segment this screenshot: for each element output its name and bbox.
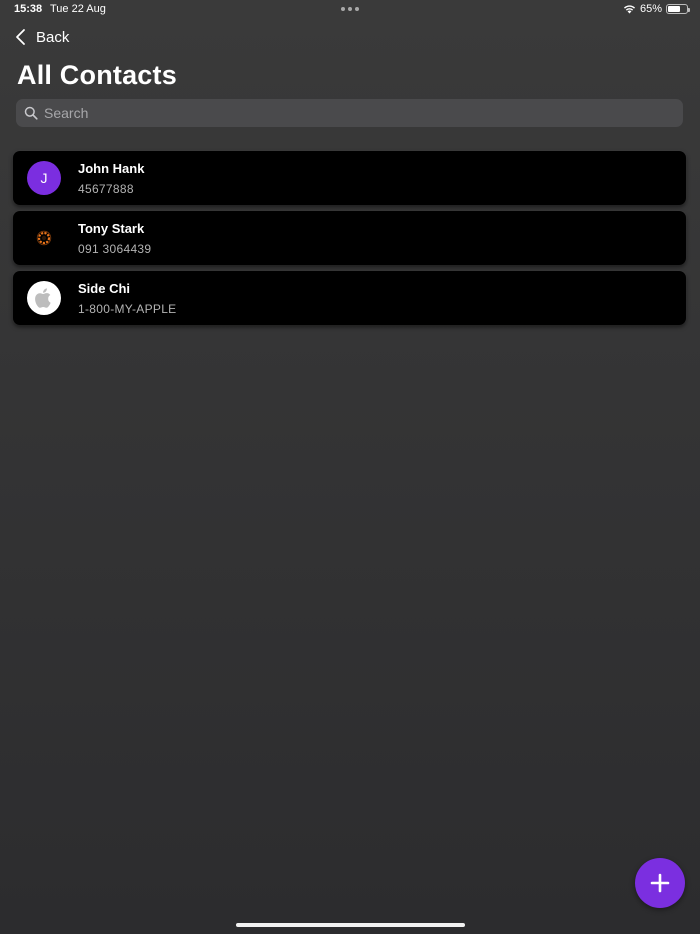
multitasking-dots-icon[interactable] xyxy=(341,7,359,11)
arc-reactor-icon xyxy=(36,230,52,246)
avatar-letter: J xyxy=(40,170,48,186)
search-input[interactable] xyxy=(44,105,683,121)
contact-name: John Hank xyxy=(78,161,145,176)
apple-logo-icon xyxy=(35,288,51,308)
avatar xyxy=(27,281,61,315)
status-date: Tue 22 Aug xyxy=(50,3,106,15)
plus-icon xyxy=(650,873,670,893)
contact-name: Tony Stark xyxy=(78,221,145,236)
contact-row[interactable]: Tony Stark 091 3064439 xyxy=(13,211,686,265)
status-indicators: 65% xyxy=(623,3,690,15)
contact-row[interactable]: J John Hank 45677888 xyxy=(13,151,686,205)
status-time: 15:38 xyxy=(14,3,43,15)
contact-phone: 1-800-MY-APPLE xyxy=(78,302,177,316)
page-title: All Contacts xyxy=(17,60,177,90)
contact-name: Side Chi xyxy=(78,281,131,296)
home-indicator[interactable] xyxy=(236,923,465,927)
chevron-left-icon xyxy=(16,29,25,45)
contact-list: J John Hank 45677888 Tony Stark 091 3064… xyxy=(13,151,687,331)
search-icon xyxy=(24,106,38,120)
wifi-icon xyxy=(623,5,635,14)
back-label: Back xyxy=(36,28,70,46)
avatar xyxy=(27,221,61,255)
status-bar: 15:38 Tue 22 Aug 65% xyxy=(0,0,700,20)
battery-percent: 65% xyxy=(639,3,662,15)
back-button[interactable]: Back xyxy=(14,28,69,46)
contact-phone: 45677888 xyxy=(78,182,134,196)
battery-icon xyxy=(666,4,690,14)
contact-row[interactable]: Side Chi 1-800-MY-APPLE xyxy=(13,271,686,325)
add-contact-button[interactable] xyxy=(635,858,685,908)
battery-level-fill xyxy=(668,6,680,12)
contact-phone: 091 3064439 xyxy=(78,242,152,256)
search-bar[interactable] xyxy=(16,99,683,127)
avatar: J xyxy=(27,161,61,195)
